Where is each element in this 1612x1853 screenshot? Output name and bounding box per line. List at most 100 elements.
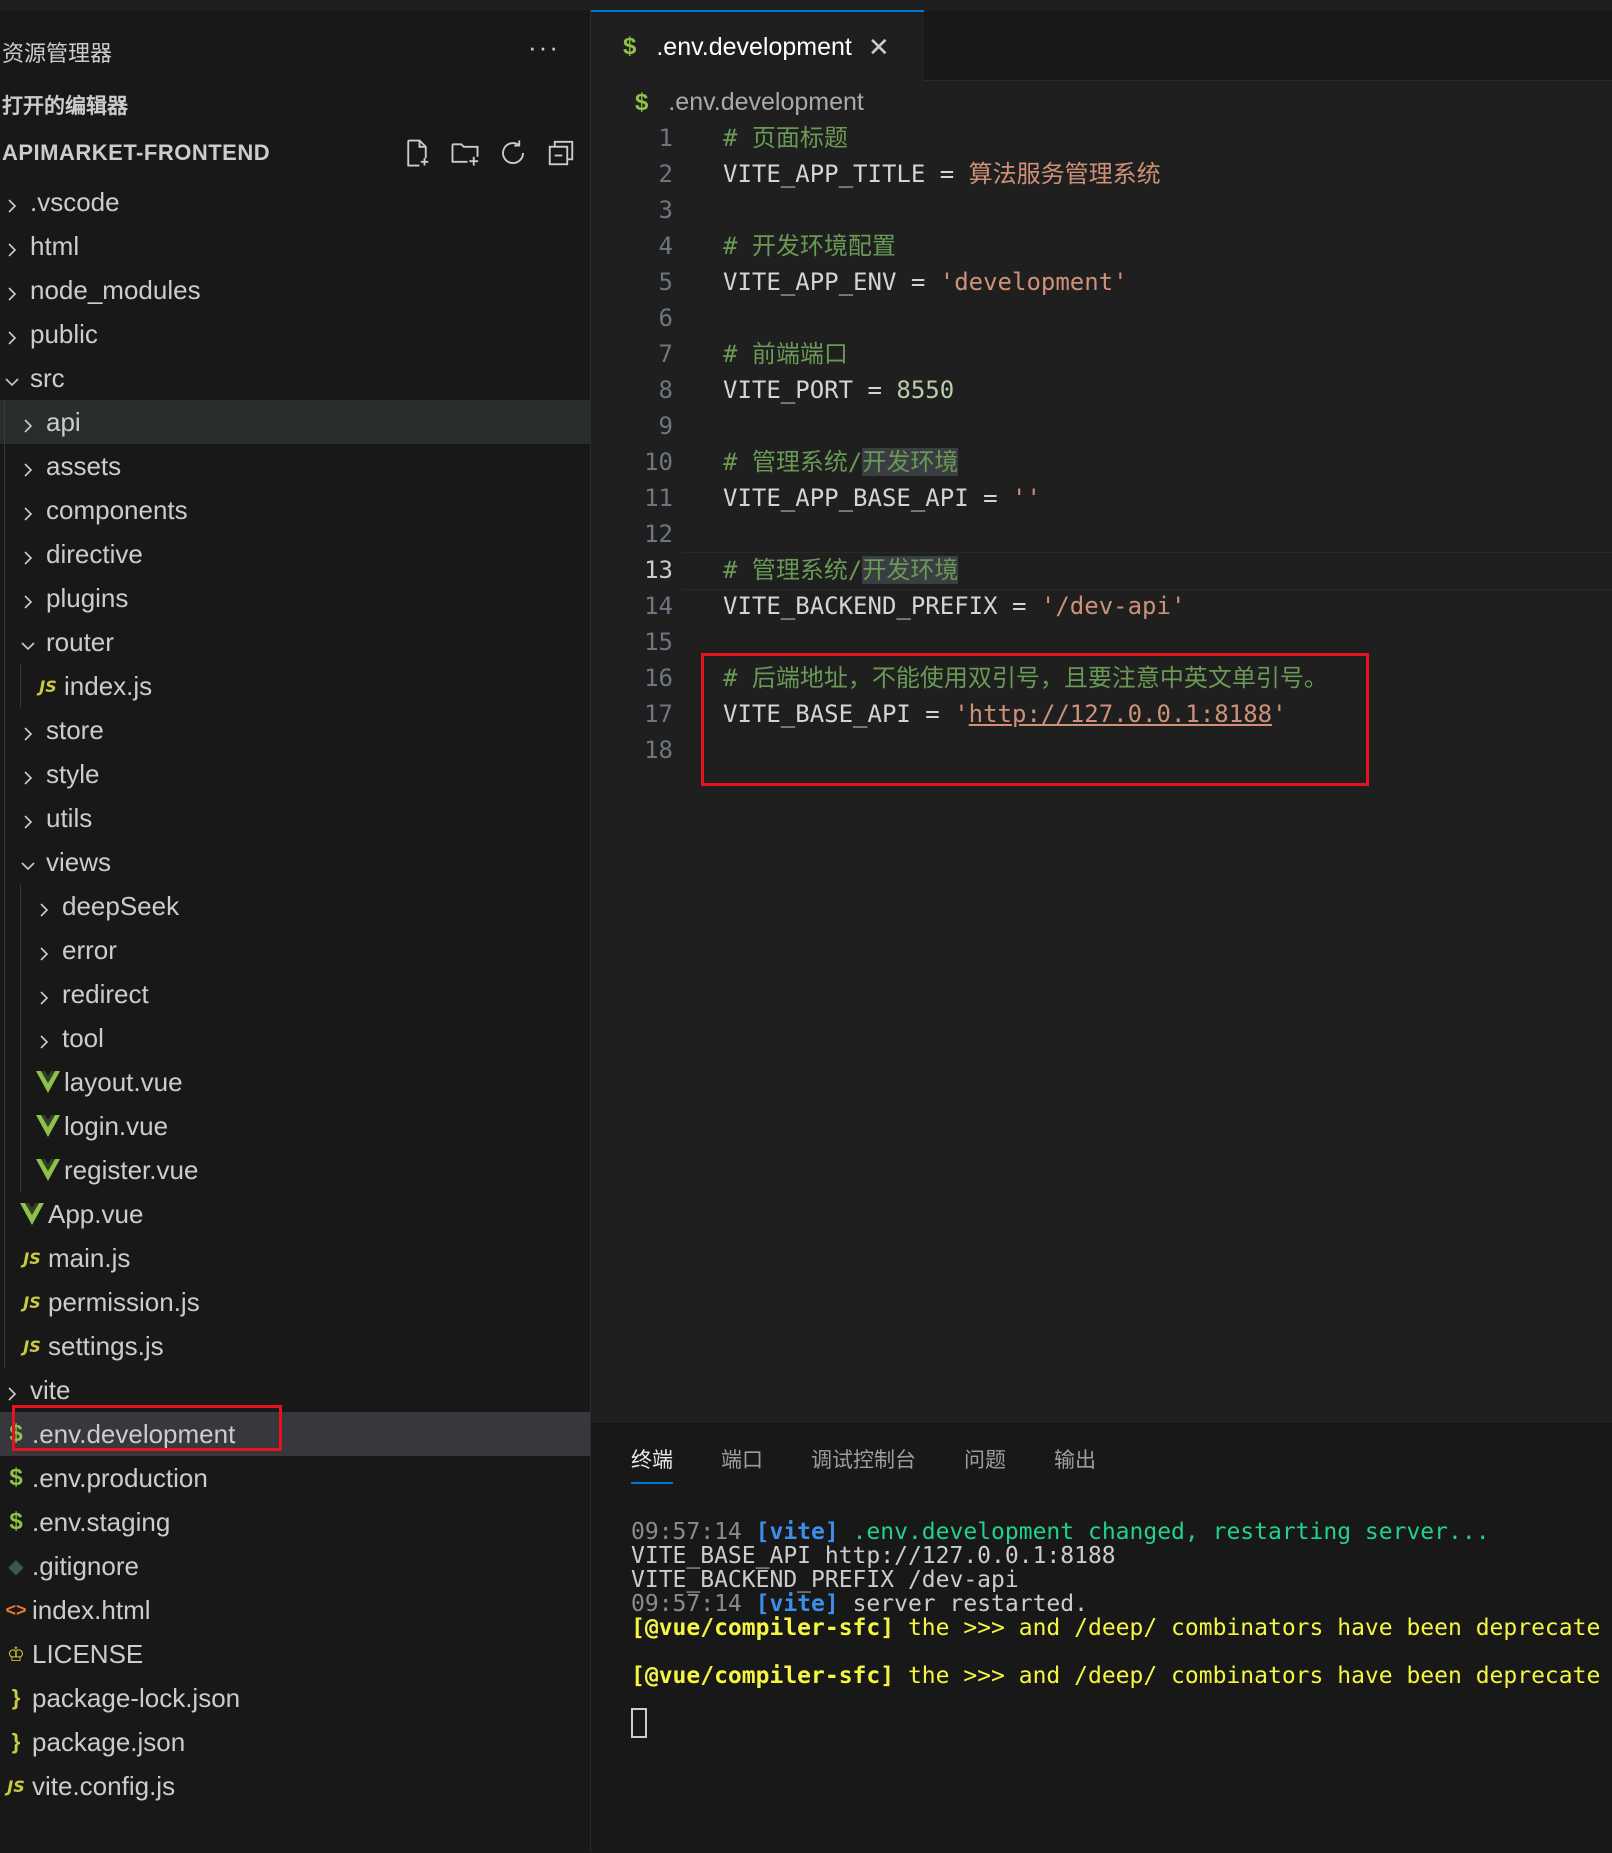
tree-file[interactable]: ◆ .gitignore: [0, 1544, 590, 1588]
chevron-right-icon[interactable]: [18, 412, 38, 433]
code-token: '': [1012, 484, 1041, 512]
chevron-right-icon[interactable]: [34, 896, 54, 917]
tree-file[interactable]: JS vite.config.js: [0, 1764, 590, 1808]
chevron-right-icon[interactable]: [2, 192, 22, 213]
tree-folder[interactable]: components: [0, 488, 590, 532]
tree-folder[interactable]: deepSeek: [0, 884, 590, 928]
chevron-right-icon[interactable]: [2, 236, 22, 257]
code-line[interactable]: 14 VITE_BACKEND_PREFIX = '/dev-api': [591, 588, 1612, 624]
terminal-token: [@vue/compiler-sfc]: [631, 1663, 895, 1689]
tree-folder[interactable]: html: [0, 224, 590, 268]
chevron-right-icon[interactable]: [2, 1380, 22, 1401]
tree-item-label: public: [30, 318, 98, 349]
project-section-header[interactable]: APIMARKET-FRONTEND: [0, 132, 590, 174]
panel-tab[interactable]: 调试控制台: [811, 1444, 916, 1484]
new-file-icon[interactable]: [402, 138, 432, 168]
tree-file[interactable]: JS permission.js: [0, 1280, 590, 1324]
panel-tab[interactable]: 输出: [1054, 1444, 1096, 1484]
tree-folder[interactable]: src: [0, 356, 590, 400]
code-line[interactable]: 12: [591, 516, 1612, 552]
chevron-right-icon[interactable]: [18, 808, 38, 829]
tree-folder[interactable]: utils: [0, 796, 590, 840]
tree-folder[interactable]: directive: [0, 532, 590, 576]
tree-file[interactable]: } package.json: [0, 1720, 590, 1764]
chevron-right-icon[interactable]: [2, 280, 22, 301]
chevron-right-icon[interactable]: [34, 984, 54, 1005]
breadcrumb-file[interactable]: .env.development: [668, 88, 864, 117]
line-text: # 管理系统/开发环境: [723, 552, 959, 588]
chevron-down-icon[interactable]: [18, 632, 38, 652]
code-line[interactable]: 9: [591, 408, 1612, 444]
tree-file[interactable]: JS main.js: [0, 1236, 590, 1280]
tree-folder[interactable]: node_modules: [0, 268, 590, 312]
chevron-right-icon[interactable]: [18, 764, 38, 785]
tree-folder[interactable]: router: [0, 620, 590, 664]
close-icon[interactable]: ✕: [868, 32, 890, 63]
terminal-prompt[interactable]: [631, 1708, 1600, 1738]
code-line[interactable]: 3: [591, 192, 1612, 228]
line-number: 8: [658, 376, 673, 404]
tree-file[interactable]: JS index.js: [0, 664, 590, 708]
code-line[interactable]: 6: [591, 300, 1612, 336]
tree-file[interactable]: register.vue: [0, 1148, 590, 1192]
chevron-right-icon[interactable]: [18, 456, 38, 477]
tree-file[interactable]: $ .env.production: [0, 1456, 590, 1500]
collapse-all-icon[interactable]: [546, 138, 576, 168]
chevron-right-icon[interactable]: [34, 940, 54, 961]
breadcrumb[interactable]: $ .env.development: [635, 88, 864, 117]
tree-folder[interactable]: tool: [0, 1016, 590, 1060]
tree-file[interactable]: $ .env.staging: [0, 1500, 590, 1544]
chevron-right-icon[interactable]: [18, 500, 38, 521]
tree-folder[interactable]: error: [0, 928, 590, 972]
tree-file[interactable]: } package-lock.json: [0, 1676, 590, 1720]
chevron-right-icon[interactable]: [18, 544, 38, 565]
tree-item-label: LICENSE: [32, 1638, 144, 1669]
terminal-output[interactable]: 09:57:14 [vite] .env.development changed…: [631, 1518, 1600, 1738]
code-line[interactable]: 2 VITE_APP_TITLE = 算法服务管理系统: [591, 156, 1612, 192]
new-folder-icon[interactable]: [450, 138, 480, 168]
code-line[interactable]: 1 # 页面标题: [591, 120, 1612, 156]
tree-folder[interactable]: public: [0, 312, 590, 356]
chevron-right-icon[interactable]: [18, 720, 38, 741]
tree-folder[interactable]: .vscode: [0, 180, 590, 224]
terminal-line: [@vue/compiler-sfc] the >>> and /deep/ c…: [631, 1614, 1600, 1641]
tab-env-development[interactable]: $ .env.development ✕: [591, 10, 924, 82]
explorer-actions: [402, 138, 576, 168]
tree-folder[interactable]: plugins: [0, 576, 590, 620]
tree-folder[interactable]: style: [0, 752, 590, 796]
code-token: VITE_APP_ENV: [723, 268, 897, 296]
tree-file[interactable]: <> index.html: [0, 1588, 590, 1632]
code-line[interactable]: 5 VITE_APP_ENV = 'development': [591, 264, 1612, 300]
line-number: 10: [644, 448, 673, 476]
tree-folder[interactable]: store: [0, 708, 590, 752]
code-line[interactable]: 7 # 前端端口: [591, 336, 1612, 372]
chevron-right-icon[interactable]: [34, 1028, 54, 1049]
code-line[interactable]: 11 VITE_APP_BASE_API = '': [591, 480, 1612, 516]
chevron-down-icon[interactable]: [18, 852, 38, 872]
tree-file[interactable]: ♔ LICENSE: [0, 1632, 590, 1676]
chevron-right-icon[interactable]: [2, 324, 22, 345]
tree-folder[interactable]: api: [0, 400, 590, 444]
open-editors-section[interactable]: 打开的编辑器: [0, 90, 128, 120]
tree-folder[interactable]: views: [0, 840, 590, 884]
indent-guide: [20, 884, 21, 928]
chevron-right-icon[interactable]: [18, 588, 38, 609]
refresh-icon[interactable]: [498, 138, 528, 168]
code-line[interactable]: 4 # 开发环境配置: [591, 228, 1612, 264]
more-actions-icon[interactable]: ···: [528, 32, 560, 63]
tree-folder[interactable]: redirect: [0, 972, 590, 1016]
tree-file[interactable]: App.vue: [0, 1192, 590, 1236]
code-line[interactable]: 10 # 管理系统/开发环境: [591, 444, 1612, 480]
tree-item-label: vite: [30, 1374, 71, 1405]
tree-file[interactable]: JS settings.js: [0, 1324, 590, 1368]
tree-file[interactable]: login.vue: [0, 1104, 590, 1148]
tree-file[interactable]: layout.vue: [0, 1060, 590, 1104]
code-line[interactable]: 8 VITE_PORT = 8550: [591, 372, 1612, 408]
panel-tab[interactable]: 问题: [964, 1444, 1006, 1484]
chevron-down-icon[interactable]: [2, 368, 22, 388]
line-number: 16: [644, 664, 673, 692]
tree-folder[interactable]: assets: [0, 444, 590, 488]
panel-tab[interactable]: 端口: [721, 1444, 763, 1484]
panel-tab[interactable]: 终端: [631, 1444, 673, 1484]
code-line[interactable]: 13 # 管理系统/开发环境: [591, 552, 1612, 590]
